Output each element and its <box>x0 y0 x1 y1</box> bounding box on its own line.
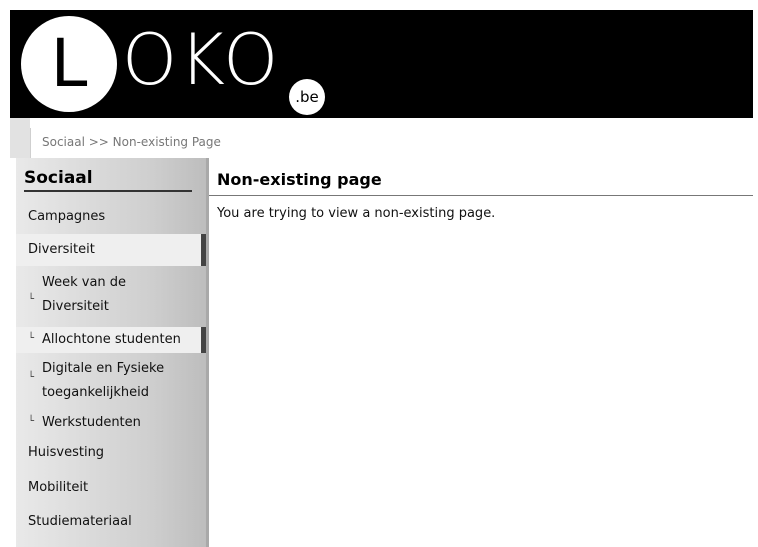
sidebar-item-label: Digitale en Fysieke toegankelijkheid <box>42 361 165 400</box>
sidebar-item-label: Werkstudenten <box>42 415 141 430</box>
subitem-corner-icon: └ <box>28 333 35 344</box>
sidebar-item-label: Diversiteit <box>28 242 95 257</box>
sidebar-item-label: Huisvesting <box>28 445 105 460</box>
sidebar-item-mobiliteit[interactable]: Mobiliteit <box>16 475 206 503</box>
subitem-corner-icon: └ <box>28 372 35 383</box>
sidebar-item-campagnes[interactable]: Campagnes <box>16 202 206 232</box>
sidebar-item-diversiteit[interactable]: Diversiteit <box>16 234 206 266</box>
sidebar-item-label: Campagnes <box>28 209 106 224</box>
subitem-corner-icon: └ <box>28 416 35 427</box>
frame-top <box>0 0 758 10</box>
sidebar-item-week-van-de-diversiteit[interactable]: └ Week van de Diversiteit <box>16 268 206 326</box>
logo-circle[interactable]: L <box>21 16 117 112</box>
sidebar-item-label: Week van de Diversiteit <box>42 275 127 314</box>
error-message: You are trying to view a non-existing pa… <box>217 206 496 221</box>
sidebar-item-label: Mobiliteit <box>28 480 89 495</box>
frame-left <box>0 0 10 547</box>
sidebar-item-digitale-en-fysieke-toegankelijkheid[interactable]: └ Digitale en Fysieke toegankelijkheid <box>16 355 206 413</box>
sidebar-title: Sociaal <box>24 168 192 192</box>
logo-letter: L <box>50 25 88 102</box>
sidebar-item-huisvesting[interactable]: Huisvesting <box>16 440 206 468</box>
sidebar-item-label: Studiemateriaal <box>28 514 132 529</box>
breadcrumb-bar: Sociaal >> Non-existing Page <box>30 128 754 158</box>
frame-right <box>753 0 758 547</box>
breadcrumb-edge <box>10 118 30 158</box>
sidebar-item-studiemateriaal[interactable]: Studiemateriaal <box>16 509 206 537</box>
logo-tld-badge: .be <box>289 79 325 115</box>
subitem-corner-icon: └ <box>28 294 35 305</box>
site-header: L OKO .be <box>10 10 753 118</box>
logo-text[interactable]: OKO <box>122 20 280 100</box>
breadcrumb[interactable]: Sociaal >> Non-existing Page <box>42 135 221 149</box>
sidebar-item-werkstudenten[interactable]: └ Werkstudenten <box>16 410 206 436</box>
sidebar-item-label: Allochtone studenten <box>42 332 181 347</box>
sidebar: Sociaal Campagnes Diversiteit └ Week van… <box>16 158 209 547</box>
sidebar-item-allochtone-studenten[interactable]: └ Allochtone studenten <box>16 327 206 353</box>
title-divider <box>209 195 753 196</box>
page-title: Non-existing page <box>217 170 382 189</box>
